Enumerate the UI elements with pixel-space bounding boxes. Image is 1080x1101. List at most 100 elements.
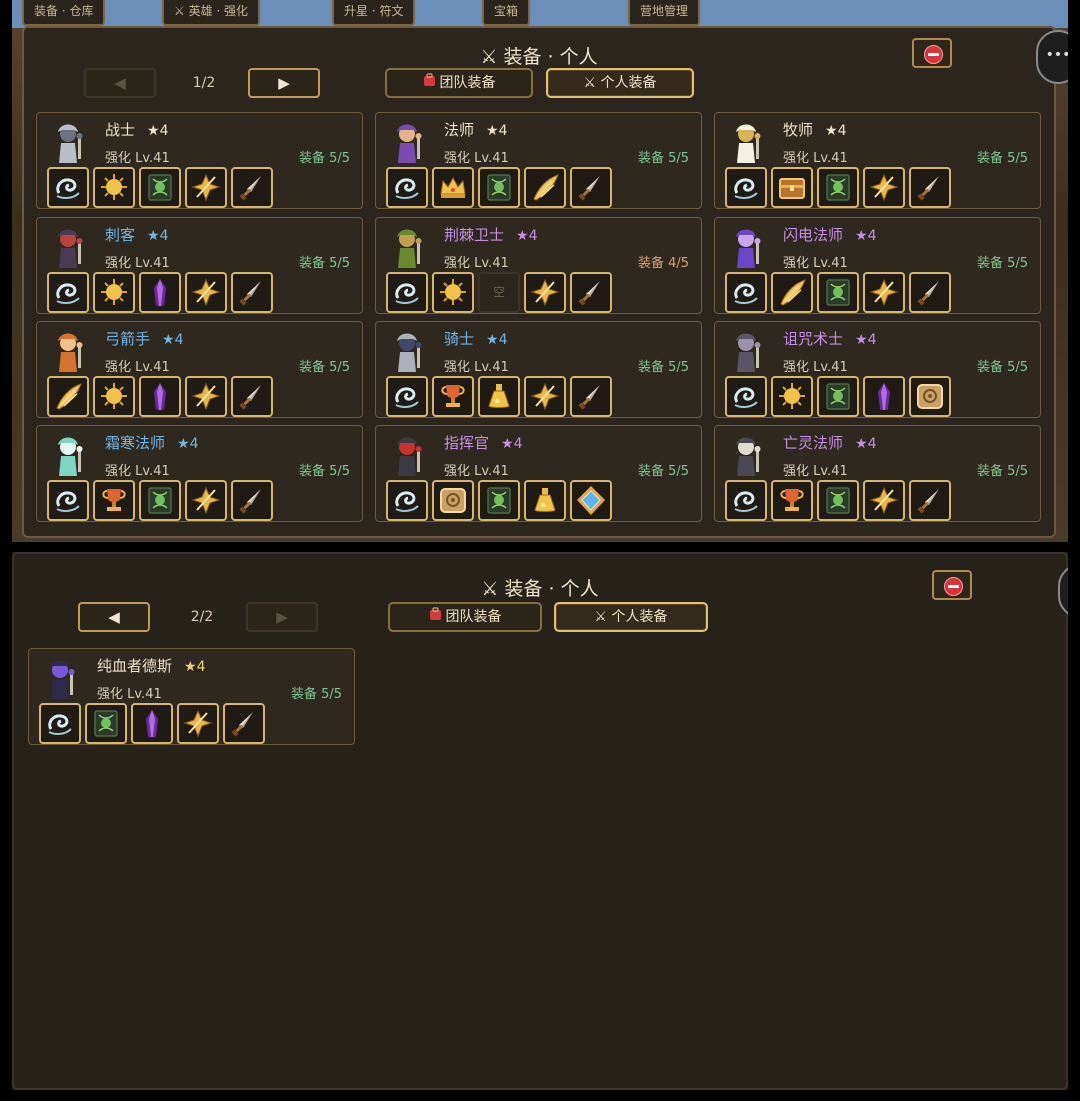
equipment-slot[interactable]: [524, 167, 566, 208]
equipment-slot[interactable]: [909, 376, 951, 417]
close-button[interactable]: [912, 38, 952, 68]
equipment-slot[interactable]: [725, 167, 767, 208]
hero-name: 纯血者德斯: [97, 657, 173, 675]
top-tab-warehouse[interactable]: 装备 · 仓库: [22, 0, 106, 26]
equipment-slot[interactable]: [863, 167, 905, 208]
tab-personal-equipment[interactable]: ⚔ 个人装备: [546, 68, 694, 98]
equipment-slot[interactable]: [432, 376, 474, 417]
prev-page-button[interactable]: ◀: [84, 68, 156, 98]
hero-card[interactable]: 牧师 ★4 强化 Lv.41 装备 5/5: [714, 112, 1041, 209]
equipment-slot[interactable]: [139, 167, 181, 208]
equipment-slot[interactable]: [185, 272, 227, 313]
equipment-slot[interactable]: [863, 272, 905, 313]
equipment-slot[interactable]: [185, 376, 227, 417]
equipment-slot[interactable]: [725, 272, 767, 313]
equipment-slot[interactable]: [817, 272, 859, 313]
hero-name: 闪电法师: [783, 226, 844, 244]
more-icon[interactable]: •••: [1036, 30, 1068, 84]
equipment-slot[interactable]: [223, 703, 265, 744]
equipment-slot[interactable]: [524, 376, 566, 417]
equipment-slot[interactable]: [47, 376, 89, 417]
equipment-slot[interactable]: [817, 480, 859, 521]
equipment-slot[interactable]: [771, 272, 813, 313]
equipment-slot[interactable]: [185, 480, 227, 521]
equipment-slot[interactable]: [817, 167, 859, 208]
equipment-slot[interactable]: [478, 167, 520, 208]
equipment-slot[interactable]: [93, 167, 135, 208]
equipment-slot[interactable]: [432, 272, 474, 313]
hero-card[interactable]: 骑士 ★4 强化 Lv.41 装备 5/5: [375, 321, 702, 418]
close-button[interactable]: [932, 570, 972, 600]
equipment-slot[interactable]: [47, 167, 89, 208]
equipment-slot[interactable]: [909, 167, 951, 208]
empty-slot[interactable]: 空: [478, 272, 520, 313]
equipment-slot[interactable]: [570, 376, 612, 417]
equipment-slot[interactable]: [185, 167, 227, 208]
equipment-slot[interactable]: [231, 272, 273, 313]
hero-card[interactable]: 法师 ★4 强化 Lv.41 装备 5/5: [375, 112, 702, 209]
equipment-slot[interactable]: [725, 480, 767, 521]
prev-page-button[interactable]: ◀: [78, 602, 150, 632]
equipment-slot[interactable]: [570, 167, 612, 208]
equipment-slot[interactable]: [85, 703, 127, 744]
equipment-slot[interactable]: [139, 480, 181, 521]
hero-stars: ★4: [147, 123, 169, 139]
equipment-slot[interactable]: [93, 480, 135, 521]
equipment-slot[interactable]: [863, 376, 905, 417]
more-icon[interactable]: [1058, 564, 1068, 618]
top-tab-hero[interactable]: ⚔ 英雄 · 强化: [162, 0, 261, 26]
hero-card[interactable]: 荆棘卫士 ★4 强化 Lv.41 装备 4/5 空: [375, 217, 702, 314]
hero-card[interactable]: 霜寒法师 ★4 强化 Lv.41 装备 5/5: [36, 425, 363, 522]
top-tab-star[interactable]: 升星 · 符文: [332, 0, 416, 26]
next-page-button[interactable]: ▶: [248, 68, 320, 98]
equipment-slot[interactable]: [771, 167, 813, 208]
tab-team-equipment[interactable]: 团队装备: [388, 602, 542, 632]
equipment-slot[interactable]: [817, 376, 859, 417]
equipment-slot[interactable]: [139, 272, 181, 313]
tab-personal-equipment[interactable]: ⚔ 个人装备: [554, 602, 708, 632]
hero-level: 强化 Lv.41: [444, 464, 509, 479]
equipment-slot[interactable]: [139, 376, 181, 417]
equipment-slot[interactable]: [386, 167, 428, 208]
equipment-slot[interactable]: [386, 272, 428, 313]
hero-card[interactable]: 指挥官 ★4 强化 Lv.41 装备 5/5: [375, 425, 702, 522]
equipment-slot[interactable]: [177, 703, 219, 744]
equipment-slot[interactable]: [909, 480, 951, 521]
equipment-slot[interactable]: [386, 376, 428, 417]
equipment-slot[interactable]: [570, 480, 612, 521]
equipment-slot[interactable]: [863, 480, 905, 521]
equipment-slot[interactable]: [771, 376, 813, 417]
hero-card[interactable]: 弓箭手 ★4 强化 Lv.41 装备 5/5: [36, 321, 363, 418]
equipment-slot[interactable]: [131, 703, 173, 744]
equipment-slot[interactable]: [47, 480, 89, 521]
next-page-button[interactable]: ▶: [246, 602, 318, 632]
equipment-slot[interactable]: [478, 480, 520, 521]
equipment-slot[interactable]: [93, 272, 135, 313]
hero-card[interactable]: 战士 ★4 强化 Lv.41 装备 5/5: [36, 112, 363, 209]
hero-card[interactable]: 刺客 ★4 强化 Lv.41 装备 5/5: [36, 217, 363, 314]
equipment-slot[interactable]: [725, 376, 767, 417]
equipment-slot[interactable]: [478, 376, 520, 417]
top-tab-chest[interactable]: 宝箱: [482, 0, 531, 26]
equipment-slot[interactable]: [432, 167, 474, 208]
equipment-slot[interactable]: [47, 272, 89, 313]
equipment-slot[interactable]: [93, 376, 135, 417]
equipment-slot[interactable]: [524, 480, 566, 521]
equipment-slot[interactable]: [771, 480, 813, 521]
top-tab-camp[interactable]: 营地管理: [628, 0, 701, 26]
equipment-slot[interactable]: [909, 272, 951, 313]
equipment-slot[interactable]: [432, 480, 474, 521]
equipment-slot[interactable]: [39, 703, 81, 744]
equipment-slot[interactable]: [231, 480, 273, 521]
hero-card[interactable]: 纯血者德斯 ★4 强化 Lv.41 装备 5/5: [28, 648, 355, 745]
tab-team-equipment[interactable]: 团队装备: [385, 68, 533, 98]
hero-card[interactable]: 诅咒术士 ★4 强化 Lv.41 装备 5/5: [714, 321, 1041, 418]
hero-card[interactable]: 闪电法师 ★4 强化 Lv.41 装备 5/5: [714, 217, 1041, 314]
equipment-slot[interactable]: [231, 376, 273, 417]
hero-card[interactable]: 亡灵法师 ★4 强化 Lv.41 装备 5/5: [714, 425, 1041, 522]
equipment-slot[interactable]: [570, 272, 612, 313]
warlock-icon: [725, 328, 767, 374]
equipment-slot[interactable]: [386, 480, 428, 521]
equipment-slot[interactable]: [524, 272, 566, 313]
equipment-slot[interactable]: [231, 167, 273, 208]
